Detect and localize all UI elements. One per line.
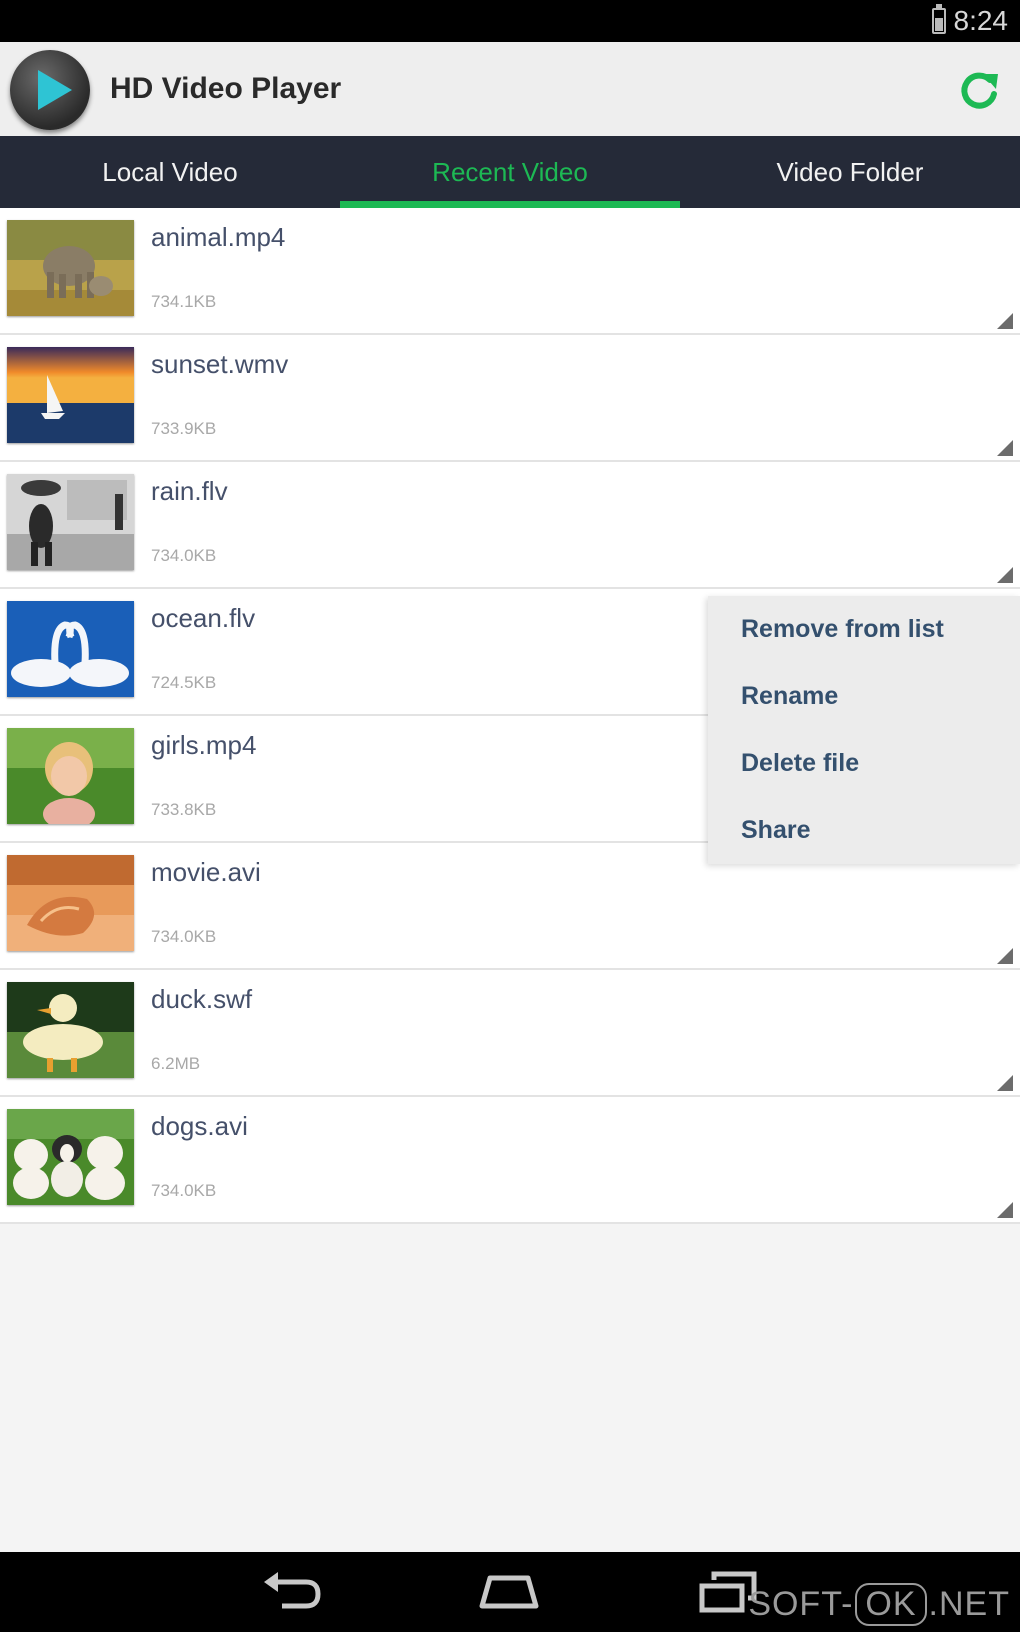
video-thumbnail-seashell	[7, 855, 134, 951]
video-thumbnail-rain	[7, 474, 134, 570]
corner-menu-indicator-icon[interactable]	[997, 1202, 1013, 1218]
home-icon	[479, 1575, 539, 1609]
home-button[interactable]	[476, 1570, 542, 1619]
video-thumbnail-puppies	[7, 1109, 134, 1205]
video-size: 733.9KB	[151, 419, 217, 438]
video-name: animal.mp4	[151, 222, 286, 252]
menu-item-share[interactable]: Share	[708, 797, 1020, 864]
video-size: 734.0KB	[151, 1181, 217, 1200]
app-title: HD Video Player	[110, 72, 342, 105]
tab-recent-video[interactable]: Recent Video	[340, 136, 680, 208]
video-name: girls.mp4	[151, 730, 257, 760]
tab-local-video[interactable]: Local Video	[0, 136, 340, 208]
menu-item-remove-from-list[interactable]: Remove from list	[708, 596, 1020, 663]
video-size: 724.5KB	[151, 673, 217, 692]
video-thumbnail-girl	[7, 728, 134, 824]
list-item[interactable]: sunset.wmv 733.9KB	[0, 335, 1020, 462]
corner-menu-indicator-icon[interactable]	[997, 1075, 1013, 1091]
app-bar: HD Video Player	[0, 42, 1020, 136]
video-thumbnail-duck	[7, 982, 134, 1078]
tab-video-folder[interactable]: Video Folder	[680, 136, 1020, 208]
tab-label: Video Folder	[776, 156, 924, 187]
corner-menu-indicator-icon[interactable]	[997, 440, 1013, 456]
menu-item-delete-file[interactable]: Delete file	[708, 730, 1020, 797]
video-name: sunset.wmv	[151, 349, 289, 379]
list-item[interactable]: animal.mp4 734.1KB	[0, 208, 1020, 335]
back-arrow-icon	[264, 1572, 321, 1609]
video-name: dogs.avi	[151, 1111, 248, 1141]
video-thumbnail-swans	[7, 601, 134, 697]
watermark-text: OK	[855, 1583, 927, 1626]
menu-item-rename[interactable]: Rename	[708, 663, 1020, 730]
active-tab-indicator	[340, 201, 680, 208]
status-bar: 8:24	[0, 0, 1020, 42]
app-logo-icon	[10, 50, 90, 130]
back-button[interactable]	[262, 1570, 324, 1619]
video-name: rain.flv	[151, 476, 228, 506]
context-menu: Remove from list Rename Delete file Shar…	[708, 596, 1020, 864]
tab-label: Recent Video	[432, 156, 588, 187]
video-size: 6.2MB	[151, 1054, 201, 1073]
video-name: duck.swf	[151, 984, 253, 1014]
video-name: ocean.flv	[151, 603, 256, 633]
video-thumbnail-elephants	[7, 220, 134, 316]
refresh-button[interactable]	[956, 68, 1002, 114]
list-item[interactable]: dogs.avi 734.0KB	[0, 1097, 1020, 1224]
video-size: 733.8KB	[151, 800, 217, 819]
battery-icon	[931, 4, 946, 34]
refresh-icon	[961, 72, 998, 109]
corner-menu-indicator-icon[interactable]	[997, 313, 1013, 329]
watermark-text: SOFT-	[748, 1585, 854, 1623]
watermark-text: .NET	[928, 1585, 1010, 1623]
list-item[interactable]: duck.swf 6.2MB	[0, 970, 1020, 1097]
corner-menu-indicator-icon[interactable]	[997, 567, 1013, 583]
video-thumbnail-sunset	[7, 347, 134, 443]
video-size: 734.1KB	[151, 292, 217, 311]
video-size: 734.0KB	[151, 546, 217, 565]
navigation-bar: SOFT- OK .NET	[0, 1552, 1020, 1632]
video-name: movie.avi	[151, 857, 261, 887]
watermark: SOFT- OK .NET	[748, 1583, 1010, 1626]
tab-label: Local Video	[102, 156, 238, 187]
corner-menu-indicator-icon[interactable]	[997, 948, 1013, 964]
status-time: 8:24	[953, 5, 1009, 36]
video-size: 734.0KB	[151, 927, 217, 946]
tab-bar: Local Video Recent Video Video Folder	[0, 136, 1020, 208]
list-item[interactable]: rain.flv 734.0KB	[0, 462, 1020, 589]
